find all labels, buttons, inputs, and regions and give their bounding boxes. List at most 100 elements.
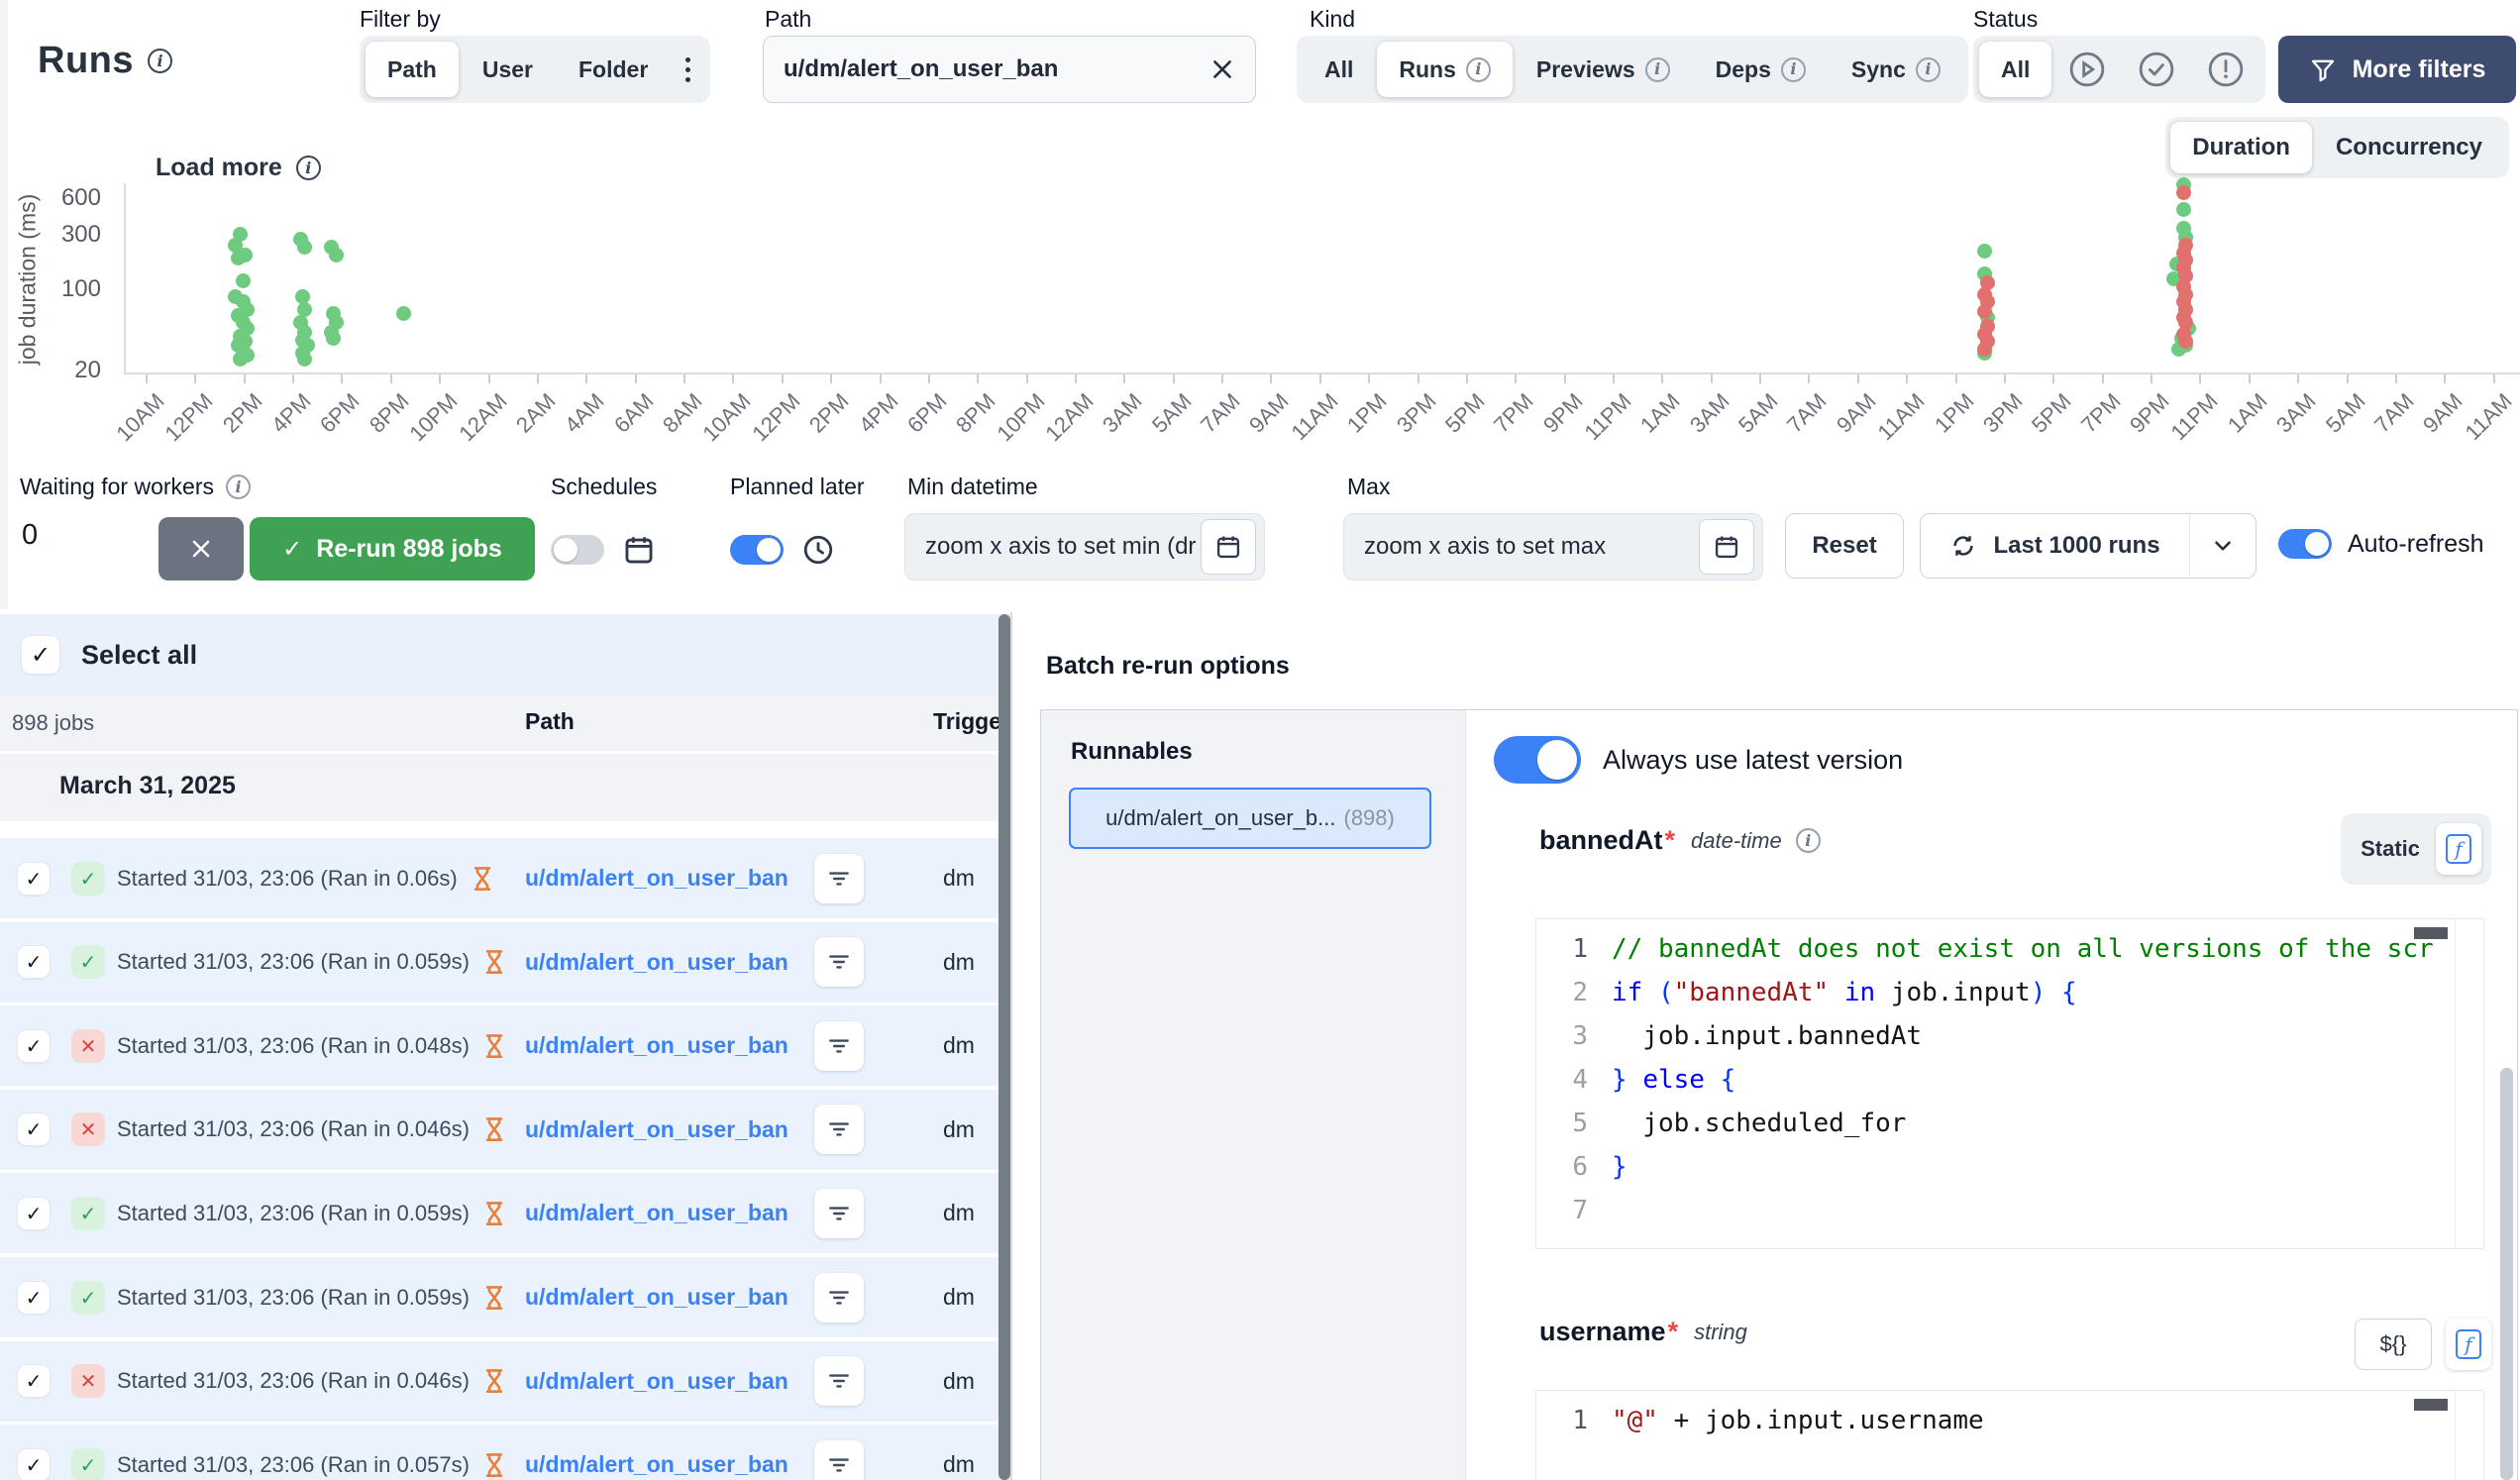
info-icon[interactable]: i <box>1781 57 1806 82</box>
status-failure-icon[interactable] <box>2192 42 2259 97</box>
static-mode-label[interactable]: Static <box>2361 836 2420 862</box>
reset-button[interactable]: Reset <box>1785 513 1904 579</box>
max-datetime-calendar-button[interactable] <box>1699 519 1754 575</box>
row-path-link[interactable]: u/dm/alert_on_user_ban <box>525 1368 788 1395</box>
filter-by-path-button[interactable] <box>814 1021 864 1071</box>
table-row[interactable]: ✓ ✓ Started 31/03, 23:06 (Ran in 0.059s)… <box>0 1257 998 1337</box>
status-option-all[interactable]: All <box>1979 42 2051 97</box>
cancel-selection-button[interactable] <box>158 517 244 581</box>
table-row[interactable]: ✓ ✓ Started 31/03, 23:06 (Ran in 0.059s)… <box>0 922 998 1003</box>
field-info-icon[interactable]: i <box>1796 828 1821 853</box>
runs-info-icon[interactable]: i <box>148 49 172 73</box>
load-more-info-icon[interactable]: i <box>296 156 321 180</box>
scrollbar-thumb[interactable] <box>998 614 1010 1480</box>
chart-view-option-concurrency[interactable]: Concurrency <box>2314 122 2504 173</box>
row-path-link[interactable]: u/dm/alert_on_user_ban <box>525 1116 788 1143</box>
row-checkbox[interactable]: ✓ <box>18 863 50 895</box>
x-tick <box>244 374 246 383</box>
filter-by-path-button[interactable] <box>814 854 864 903</box>
max-datetime-input[interactable]: zoom x axis to set max <box>1343 513 1763 581</box>
row-path-link[interactable]: u/dm/alert_on_user_ban <box>525 865 788 892</box>
expr-mode-button[interactable]: ${} <box>2355 1319 2432 1370</box>
info-icon[interactable]: i <box>1645 57 1670 82</box>
calendar-icon[interactable] <box>622 533 656 567</box>
editor-code[interactable]: "@" + job.input.username <box>1602 1391 2483 1480</box>
y-tick-label: 600 <box>61 184 101 212</box>
min-datetime-input[interactable]: zoom x axis to set min (dr <box>904 513 1265 581</box>
row-path-link[interactable]: u/dm/alert_on_user_ban <box>525 1451 788 1478</box>
status-badge: ✕ <box>71 1112 105 1146</box>
kind-option-all[interactable]: All <box>1303 42 1375 97</box>
filter-by-path-button[interactable] <box>814 1273 864 1322</box>
info-icon[interactable]: i <box>1466 57 1491 82</box>
kind-option-sync[interactable]: Synci <box>1830 42 1962 97</box>
chart-view-option-duration[interactable]: Duration <box>2170 122 2312 173</box>
row-path-link[interactable]: u/dm/alert_on_user_ban <box>525 949 788 976</box>
table-row[interactable]: ✓ ✓ Started 31/03, 23:06 (Ran in 0.059s)… <box>0 1173 998 1253</box>
filterby-option-folder[interactable]: Folder <box>557 42 670 97</box>
filterby-option-path[interactable]: Path <box>366 42 459 97</box>
row-checkbox[interactable]: ✓ <box>18 1030 50 1062</box>
clock-icon[interactable] <box>801 533 835 567</box>
jobs-list-scrollbar[interactable] <box>998 614 1010 1480</box>
filter-by-more-icon[interactable] <box>672 57 704 82</box>
username-code-editor[interactable]: 1 "@" + job.input.username <box>1535 1390 2484 1480</box>
filter-by-path-button[interactable] <box>814 1189 864 1238</box>
load-more-block[interactable]: Load more i <box>156 154 321 182</box>
hourglass-icon <box>479 1450 509 1480</box>
kind-option-deps[interactable]: Depsi <box>1694 42 1828 97</box>
row-checkbox[interactable]: ✓ <box>18 1113 50 1145</box>
row-checkbox[interactable]: ✓ <box>18 1282 50 1314</box>
status-running-icon[interactable] <box>2053 42 2121 97</box>
batch-panel-scrollbar[interactable] <box>2500 1068 2513 1480</box>
runs-count-dropdown[interactable] <box>2190 514 2256 578</box>
path-filter-input[interactable]: u/dm/alert_on_user_ban <box>763 36 1256 103</box>
kind-option-previews[interactable]: Previewsi <box>1515 42 1692 97</box>
x-tick <box>439 374 441 383</box>
field-name: username <box>1539 1317 1666 1347</box>
table-row[interactable]: ✓ ✓ Started 31/03, 23:06 (Ran in 0.057s)… <box>0 1425 998 1480</box>
row-path-link[interactable]: u/dm/alert_on_user_ban <box>525 1200 788 1226</box>
auto-refresh-toggle[interactable] <box>2278 529 2332 559</box>
table-row[interactable]: ✓ ✕ Started 31/03, 23:06 (Ran in 0.046s)… <box>0 1090 998 1170</box>
row-path-link[interactable]: u/dm/alert_on_user_ban <box>525 1284 788 1311</box>
latest-version-toggle[interactable] <box>1494 736 1581 784</box>
min-datetime-calendar-button[interactable] <box>1201 519 1256 575</box>
info-icon[interactable]: i <box>1916 57 1941 82</box>
clear-path-icon[interactable] <box>1209 56 1235 82</box>
javascript-mode-button[interactable]: f <box>2446 1319 2491 1370</box>
rerun-jobs-button[interactable]: ✓ Re-run 898 jobs <box>250 517 535 581</box>
waiting-info-icon[interactable]: i <box>226 475 251 499</box>
more-filters-button[interactable]: More filters <box>2278 36 2516 103</box>
editor-code[interactable]: // bannedAt does not exist on all versio… <box>1602 919 2483 1248</box>
select-all-checkbox[interactable]: ✓ <box>22 636 59 674</box>
panel-divider[interactable] <box>1010 612 1012 1480</box>
bannedat-code-editor[interactable]: 1234567 // bannedAt does not exist on al… <box>1535 918 2484 1249</box>
row-checkbox[interactable]: ✓ <box>18 946 50 978</box>
row-checkbox[interactable]: ✓ <box>18 1365 50 1397</box>
duration-scatter-chart[interactable] <box>124 183 2520 374</box>
table-row[interactable]: ✓ ✓ Started 31/03, 23:06 (Ran in 0.06s) … <box>0 838 998 918</box>
javascript-mode-button[interactable]: f <box>2436 823 2481 875</box>
runnable-item[interactable]: u/dm/alert_on_user_b... (898) <box>1069 788 1431 849</box>
row-checkbox[interactable]: ✓ <box>18 1449 50 1480</box>
kind-option-runs[interactable]: Runsi <box>1377 42 1513 97</box>
filter-by-path-button[interactable] <box>814 1356 864 1406</box>
load-more-label[interactable]: Load more <box>156 154 282 182</box>
filter-by-path-button[interactable] <box>814 937 864 987</box>
schedules-toggle[interactable] <box>551 535 604 565</box>
table-row[interactable]: ✓ ✕ Started 31/03, 23:06 (Ran in 0.048s)… <box>0 1005 998 1086</box>
required-mark: * <box>1668 1317 1679 1347</box>
x-tick <box>341 374 343 383</box>
status-success-icon[interactable] <box>2123 42 2190 97</box>
scrollbar-thumb[interactable] <box>2500 1068 2513 1480</box>
filter-by-path-button[interactable] <box>814 1105 864 1154</box>
row-checkbox[interactable]: ✓ <box>18 1198 50 1229</box>
row-path-link[interactable]: u/dm/alert_on_user_ban <box>525 1032 788 1059</box>
auto-refresh-label: Auto-refresh <box>2348 530 2484 559</box>
filterby-option-user[interactable]: User <box>461 42 555 97</box>
table-row[interactable]: ✓ ✕ Started 31/03, 23:06 (Ran in 0.046s)… <box>0 1341 998 1422</box>
planned-later-toggle[interactable] <box>730 535 784 565</box>
filter-by-path-button[interactable] <box>814 1440 864 1480</box>
refresh-runs-button[interactable]: Last 1000 runs <box>1921 514 2189 578</box>
